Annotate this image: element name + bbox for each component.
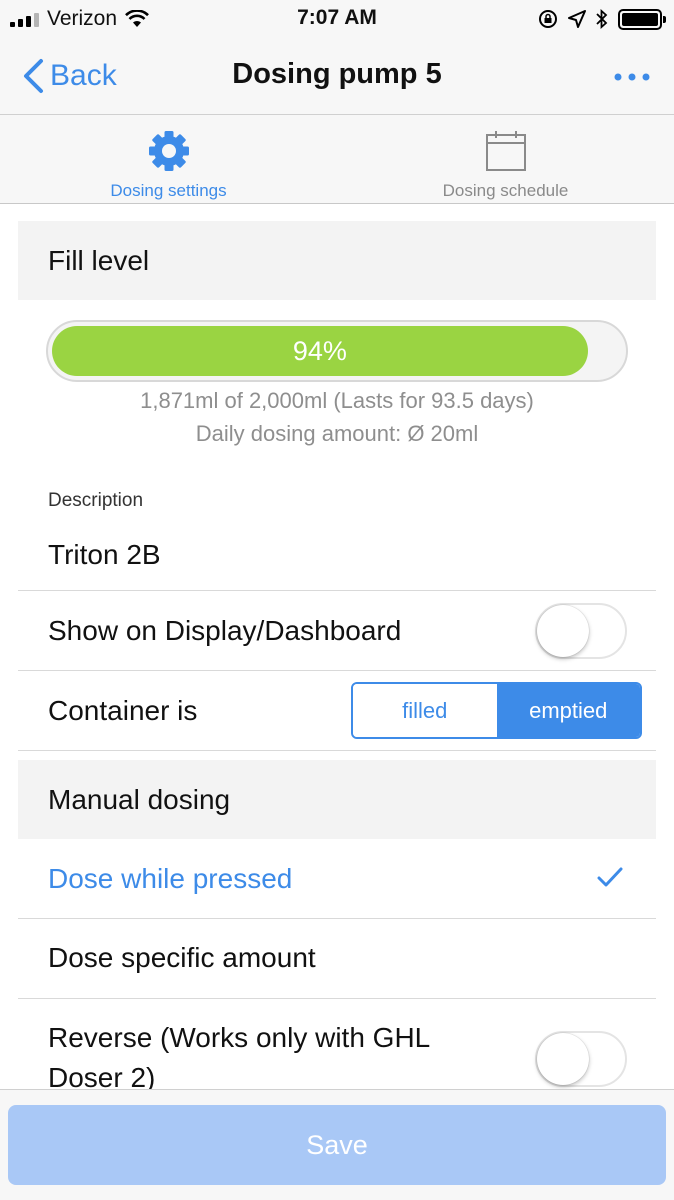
description-label: Description	[48, 490, 144, 511]
tab-dosing-settings[interactable]: Dosing settings	[0, 115, 337, 203]
fill-amount-text: 1,871ml of 2,000ml (Lasts for 93.5 days)	[140, 388, 534, 413]
fill-level-progress-bar: 94%	[46, 320, 628, 382]
checkmark-icon	[597, 867, 623, 887]
reverse-label: Reverse (Works only with GHL Doser 2)	[48, 1018, 430, 1098]
battery-icon	[618, 8, 666, 30]
bluetooth-icon	[596, 9, 608, 29]
page-title: Dosing pump 5	[232, 58, 442, 90]
toggle-knob	[537, 605, 589, 657]
description-value: Triton 2B	[48, 539, 161, 570]
calendar-icon	[485, 131, 526, 171]
more-options-button[interactable]	[610, 62, 654, 92]
container-option-filled[interactable]: filled	[353, 684, 497, 737]
dose-specific-amount-label: Dose specific amount	[48, 942, 316, 973]
navigation-bar: Back Dosing pump 5	[0, 40, 674, 114]
tab-label: Dosing schedule	[442, 181, 569, 200]
fill-level-progress-fill: 94%	[52, 326, 588, 376]
rotation-lock-icon	[539, 10, 557, 28]
fill-level-percent: 94%	[292, 335, 347, 366]
fill-level-header: Fill level	[18, 221, 656, 300]
dose-specific-amount-option[interactable]: Dose specific amount	[18, 919, 656, 997]
status-right	[538, 6, 666, 32]
divider	[18, 750, 656, 751]
show-on-display-label: Show on Display/Dashboard	[48, 614, 402, 646]
more-dots-icon	[614, 73, 650, 81]
daily-dosing-text: Daily dosing amount: Ø 20ml	[195, 421, 479, 446]
divider	[18, 998, 656, 999]
dose-while-pressed-label: Dose while pressed	[48, 863, 293, 894]
toggle-knob	[537, 1033, 589, 1085]
manual-dosing-header: Manual dosing	[18, 760, 656, 839]
dose-while-pressed-option[interactable]: Dose while pressed	[18, 840, 656, 918]
reverse-label-line1: Reverse (Works only with GHL	[48, 1022, 431, 1053]
show-on-display-toggle[interactable]	[535, 603, 627, 659]
gear-icon	[148, 131, 189, 171]
container-label: Container is	[48, 694, 198, 726]
container-option-emptied[interactable]: emptied	[496, 684, 640, 737]
tab-label: Dosing settings	[110, 181, 227, 200]
container-segmented-control: filled emptied	[351, 682, 642, 739]
save-area: Save	[0, 1090, 674, 1200]
tab-dosing-schedule[interactable]: Dosing schedule	[337, 115, 674, 203]
status-bar: Verizon 7:07 AM	[0, 0, 674, 40]
reverse-toggle[interactable]	[535, 1031, 627, 1087]
tab-bar: Dosing settings Dosing schedule	[0, 114, 674, 204]
save-button[interactable]: Save	[8, 1105, 666, 1185]
location-arrow-icon	[568, 10, 586, 28]
description-field[interactable]: Triton 2B	[18, 520, 656, 590]
